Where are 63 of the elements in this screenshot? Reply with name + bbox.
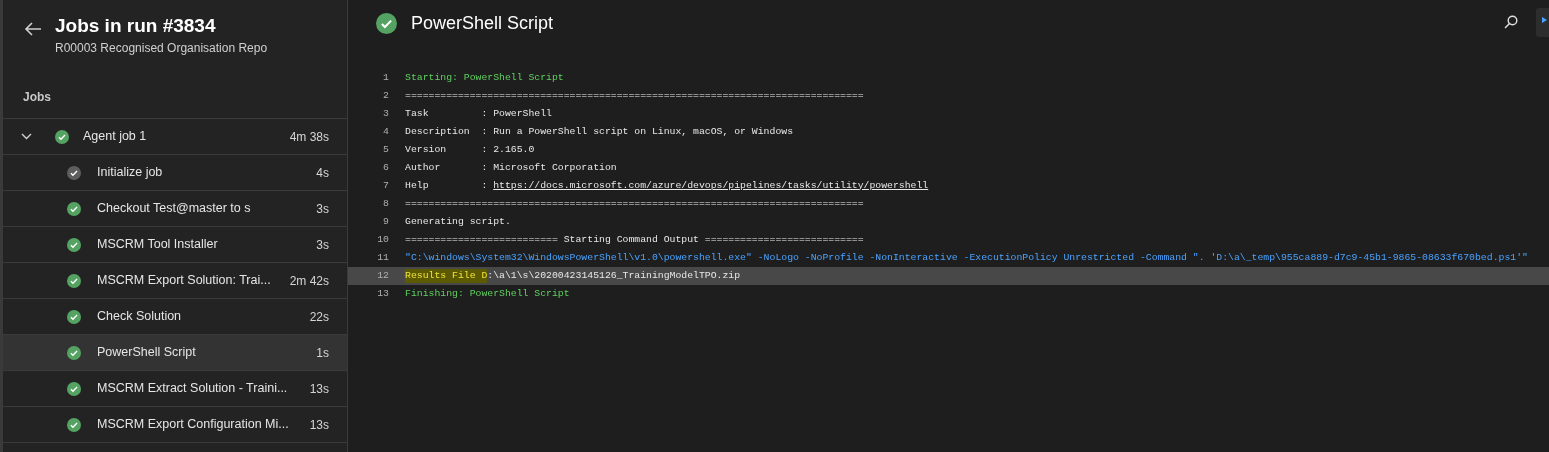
log-text: Author : Microsoft Corporation — [405, 160, 618, 175]
line-number: 8 — [382, 196, 390, 211]
log-text: Description : Run a PowerShell script on Linux, macOS, or Windows — [405, 124, 795, 139]
log-text: ============================================================================== — [405, 88, 865, 103]
job-row[interactable]: MSCRM Export Solution: Trai... 2m 42s — [3, 263, 347, 299]
job-duration: 2m 42s — [289, 272, 329, 290]
job-duration: 13s — [309, 416, 329, 434]
line-number: 10 — [376, 232, 390, 247]
search-icon — [1504, 15, 1518, 29]
job-name: MSCRM Extract Solution - Traini... — [97, 380, 288, 398]
job-name: Check Solution — [97, 308, 182, 326]
job-duration: 4s — [316, 164, 329, 182]
line-number: 6 — [382, 160, 390, 175]
line-number: 4 — [382, 124, 390, 139]
job-duration: 22s — [309, 308, 329, 326]
job-name: Initialize job — [97, 164, 163, 182]
job-name: MSCRM Export Configuration Mi... — [97, 416, 289, 434]
job-row[interactable]: MSCRM Extract Solution - Traini... 13s — [3, 371, 347, 407]
line-number: 1 — [382, 70, 390, 85]
log-text: "C:\windows\System32\WindowsPowerShell\v1.0\powershell.exe" -NoLogo -NoProfile -NonInteractive -ExecutionPolicy Unrestricted -Command ". 'D:\a\_temp\955ca889-d7c9-45b1-9865-08633f670bed.ps1'" — [405, 250, 1529, 265]
job-duration: 3s — [316, 200, 329, 218]
caret-icon — [1542, 17, 1547, 23]
line-number: 13 — [376, 286, 390, 301]
log-text: Finishing: PowerShell Script — [405, 286, 571, 301]
job-name: PowerShell Script — [97, 344, 196, 362]
check-circle-icon — [376, 13, 397, 34]
line-number: 12 — [348, 267, 405, 285]
line-number: 3 — [382, 106, 390, 121]
job-duration: 1s — [316, 344, 329, 362]
job-row[interactable]: Checkout Test@master to s 3s — [3, 191, 347, 227]
job-duration: 3s — [316, 236, 329, 254]
line-number: 11 — [376, 250, 390, 265]
job-name: Checkout Test@master to s — [97, 200, 251, 218]
log-text: Results File D:\a\1\s\20200423145126_TrainingModelTPO.zip — [405, 267, 1549, 285]
job-name: MSCRM Tool Installer — [97, 236, 218, 254]
job-duration: 4m 38s — [289, 128, 329, 146]
job-row[interactable]: MSCRM Tool Installer 3s — [3, 227, 347, 263]
section-heading: Jobs — [23, 89, 51, 106]
job-name: MSCRM Export Solution: Trai... — [97, 272, 271, 290]
log-text: Generating script. — [405, 214, 512, 229]
job-row[interactable]: Agent job 1 4m 38s — [3, 119, 347, 155]
line-number: 7 — [382, 178, 390, 193]
log-title: PowerShell Script — [411, 12, 554, 35]
help-link[interactable]: https://docs.microsoft.com/azure/devops/pipelines/tasks/utility/powershell — [493, 178, 929, 194]
back-arrow-icon — [24, 21, 42, 37]
page-subtitle: R00003 Recognised Organisation Repo — [55, 40, 268, 57]
job-row[interactable]: MSCRM Export Configuration Mi... 13s — [3, 407, 347, 443]
line-number: 9 — [382, 214, 390, 229]
job-row[interactable]: PowerShell Script 1s — [3, 335, 347, 371]
panel-button[interactable] — [1536, 8, 1549, 37]
log-text: Help : https://docs.microsoft.com/azure/devops/pipelines/tasks/utility/powershell — [405, 177, 1549, 195]
chevron-icon[interactable] — [21, 133, 32, 140]
log-text: Task : PowerShell — [405, 106, 553, 121]
log-text: ========================== Starting Command Output =========================== — [405, 232, 865, 247]
job-name: Agent job 1 — [83, 128, 147, 146]
log-text: ============================================================================== — [405, 196, 865, 211]
log-text: Starting: PowerShell Script — [405, 70, 565, 85]
page-title: Jobs in run #3834 — [55, 14, 217, 38]
line-number: 5 — [382, 142, 390, 157]
line-number: 2 — [382, 88, 390, 103]
job-duration: 13s — [309, 380, 329, 398]
log-text: Version : 2.165.0 — [405, 142, 536, 157]
job-row[interactable]: Initialize job 4s — [3, 155, 347, 191]
